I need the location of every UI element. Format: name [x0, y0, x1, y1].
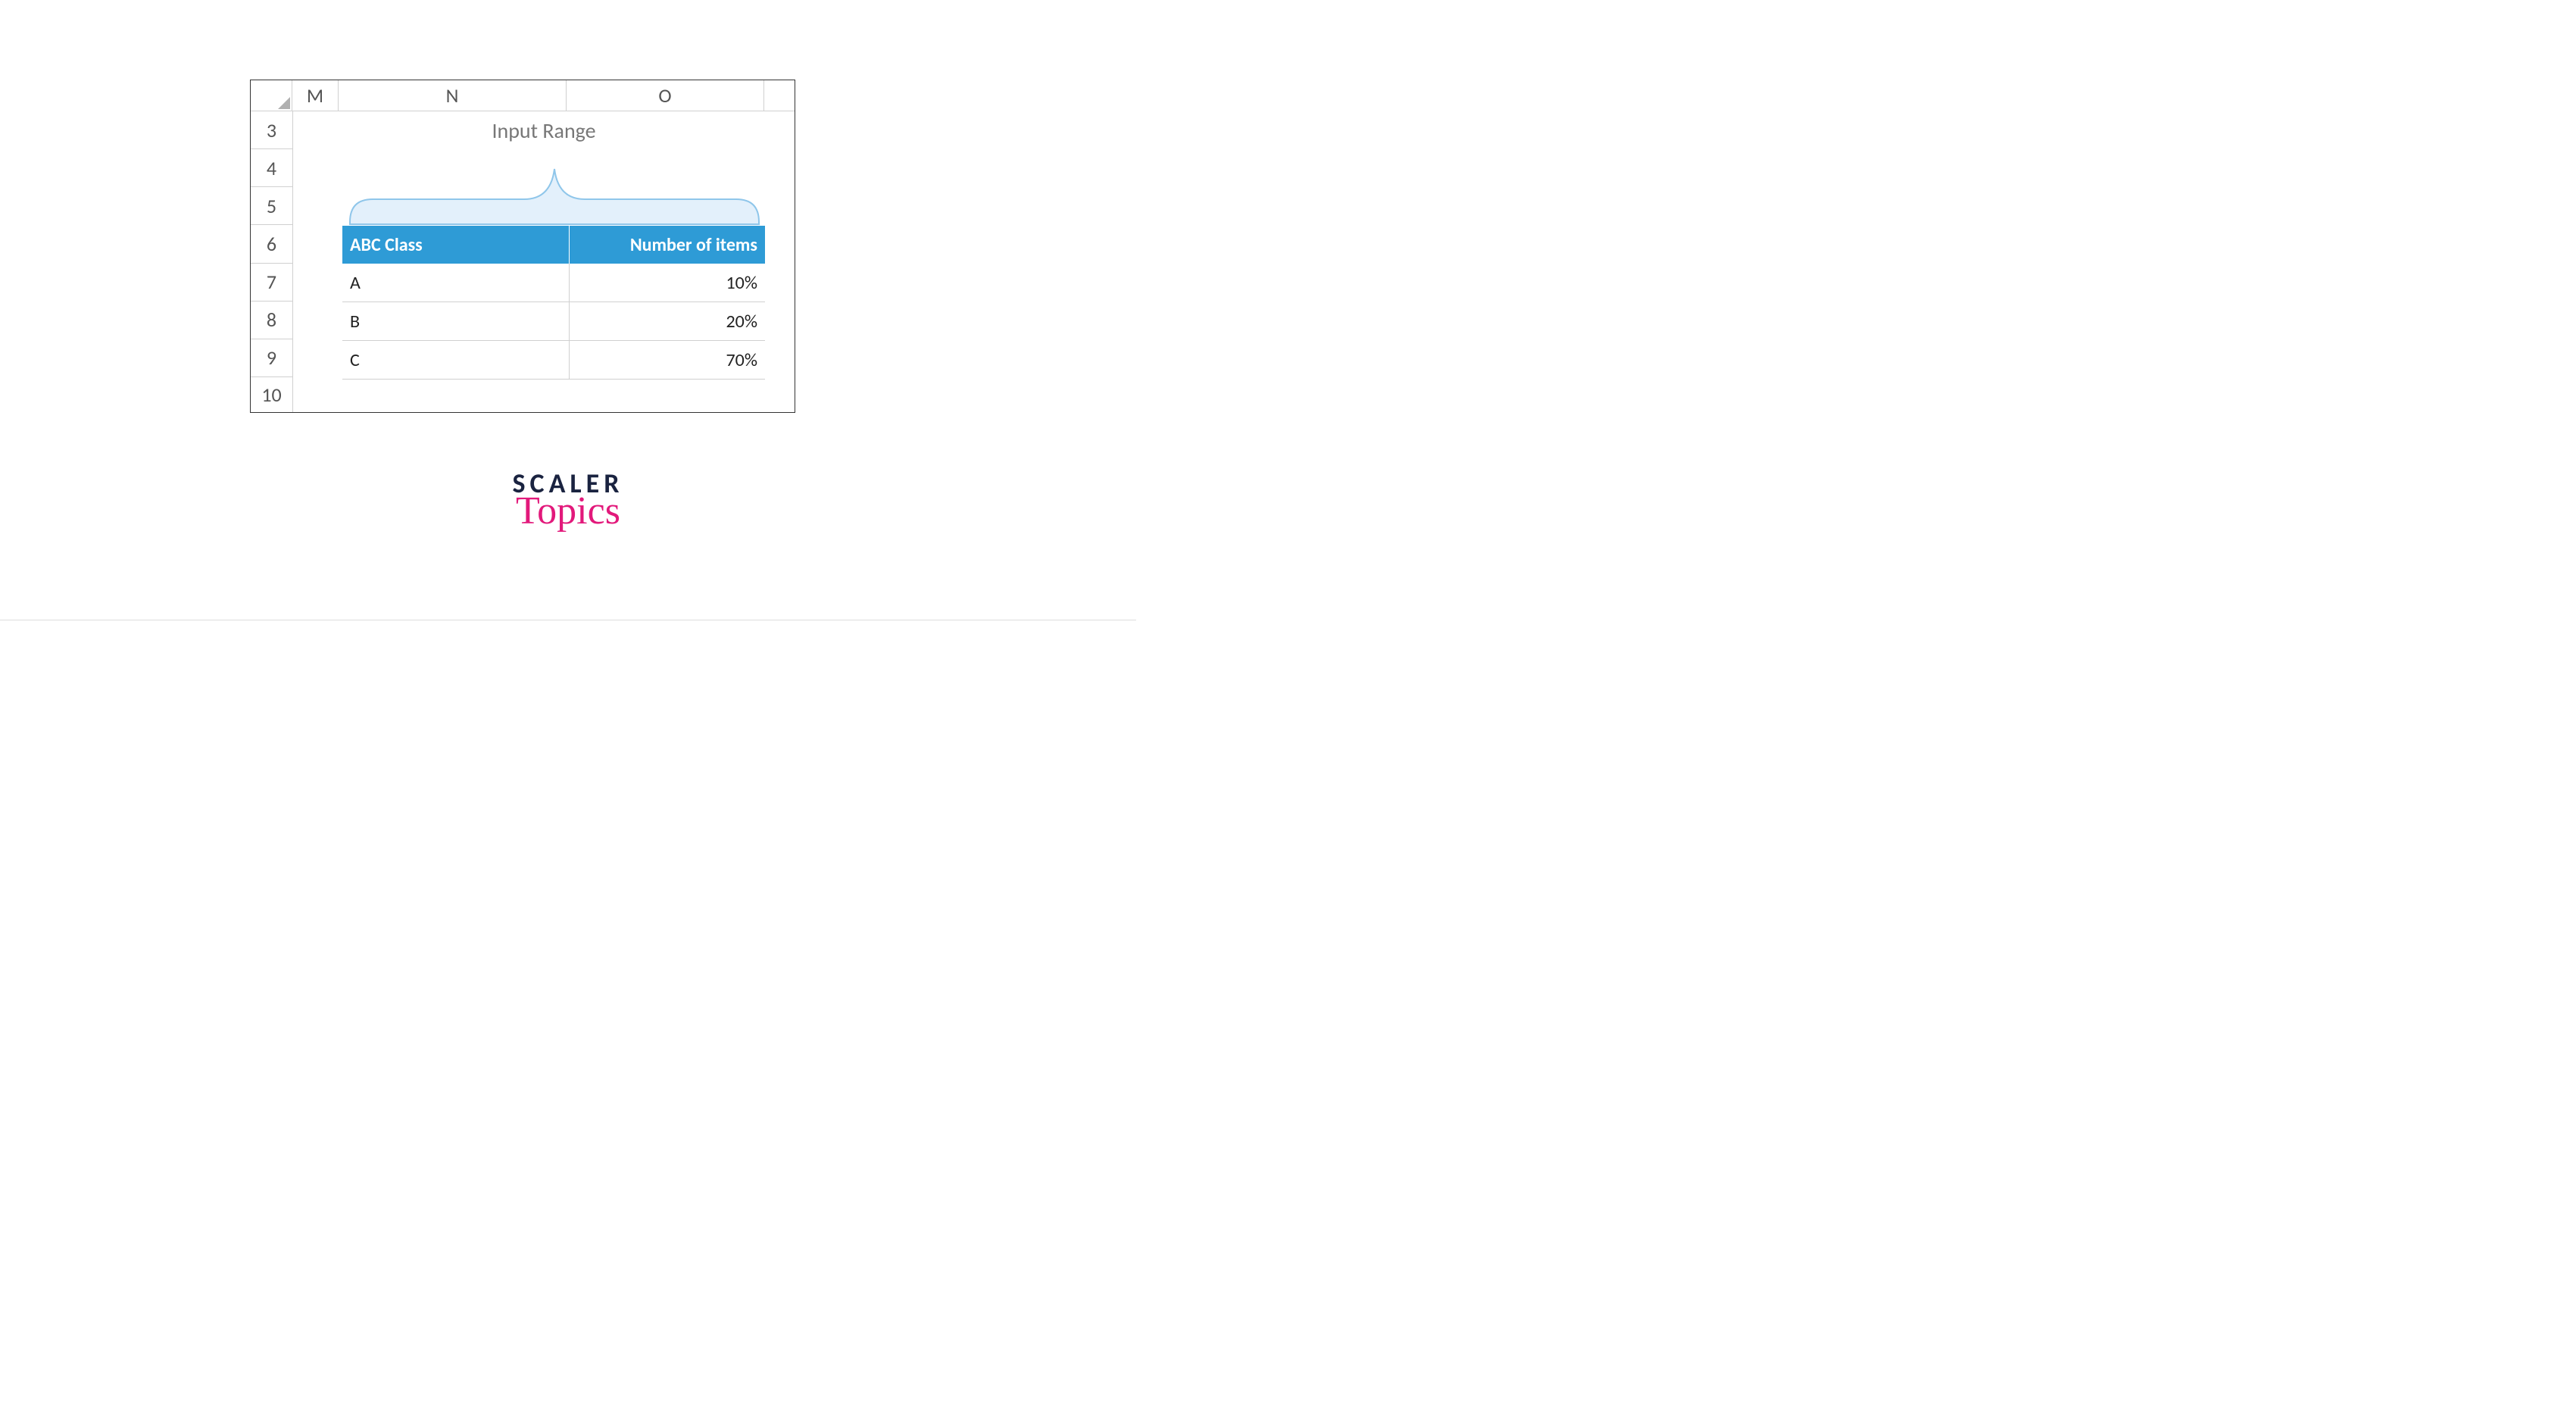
scaler-topics-logo: SCALER Topics	[513, 470, 624, 530]
column-headers: M N O	[251, 80, 795, 111]
row-header-9[interactable]: 9	[251, 339, 292, 377]
select-all-triangle-icon	[278, 97, 290, 109]
cells-area[interactable]: Input Range ABC Class Number of items A …	[293, 111, 795, 413]
cell-items-C[interactable]: 70%	[570, 341, 765, 379]
excel-screenshot-frame: M N O 3 4 5 6 7 8 9 10 Input Range	[250, 80, 795, 413]
select-all-corner[interactable]	[251, 80, 292, 111]
cell-class-C[interactable]: C	[342, 341, 570, 379]
table-row: C 70%	[342, 341, 765, 380]
cell-class-A[interactable]: A	[342, 264, 570, 302]
row-header-6[interactable]: 6	[251, 225, 292, 263]
row-headers: 3 4 5 6 7 8 9 10	[251, 111, 293, 413]
cell-items-B[interactable]: 20%	[570, 302, 765, 340]
table-row: B 20%	[342, 302, 765, 341]
cell-items-A[interactable]: 10%	[570, 264, 765, 302]
row-header-3[interactable]: 3	[251, 111, 292, 149]
table-header-abc-class[interactable]: ABC Class	[342, 226, 570, 264]
row-header-10-partial[interactable]: 10	[251, 377, 292, 413]
table-row: A 10%	[342, 264, 765, 302]
grid-body: 3 4 5 6 7 8 9 10 Input Range ABC Class N…	[251, 111, 795, 413]
column-header-M[interactable]: M	[292, 80, 339, 111]
row-header-7[interactable]: 7	[251, 264, 292, 302]
curly-brace-icon	[342, 154, 767, 226]
row-header-4[interactable]: 4	[251, 149, 292, 187]
table-header-row: ABC Class Number of items	[342, 226, 765, 264]
page: M N O 3 4 5 6 7 8 9 10 Input Range	[0, 0, 1136, 620]
input-range-label: Input Range	[293, 117, 795, 144]
input-range-table: ABC Class Number of items A 10% B 20% C …	[342, 226, 765, 380]
row-header-5[interactable]: 5	[251, 187, 292, 225]
column-header-N[interactable]: N	[339, 80, 567, 111]
column-header-O[interactable]: O	[567, 80, 764, 111]
cell-class-B[interactable]: B	[342, 302, 570, 340]
row-header-8[interactable]: 8	[251, 302, 292, 339]
table-header-number-of-items[interactable]: Number of items	[570, 226, 765, 264]
brand-topics-text: Topics	[513, 494, 624, 530]
